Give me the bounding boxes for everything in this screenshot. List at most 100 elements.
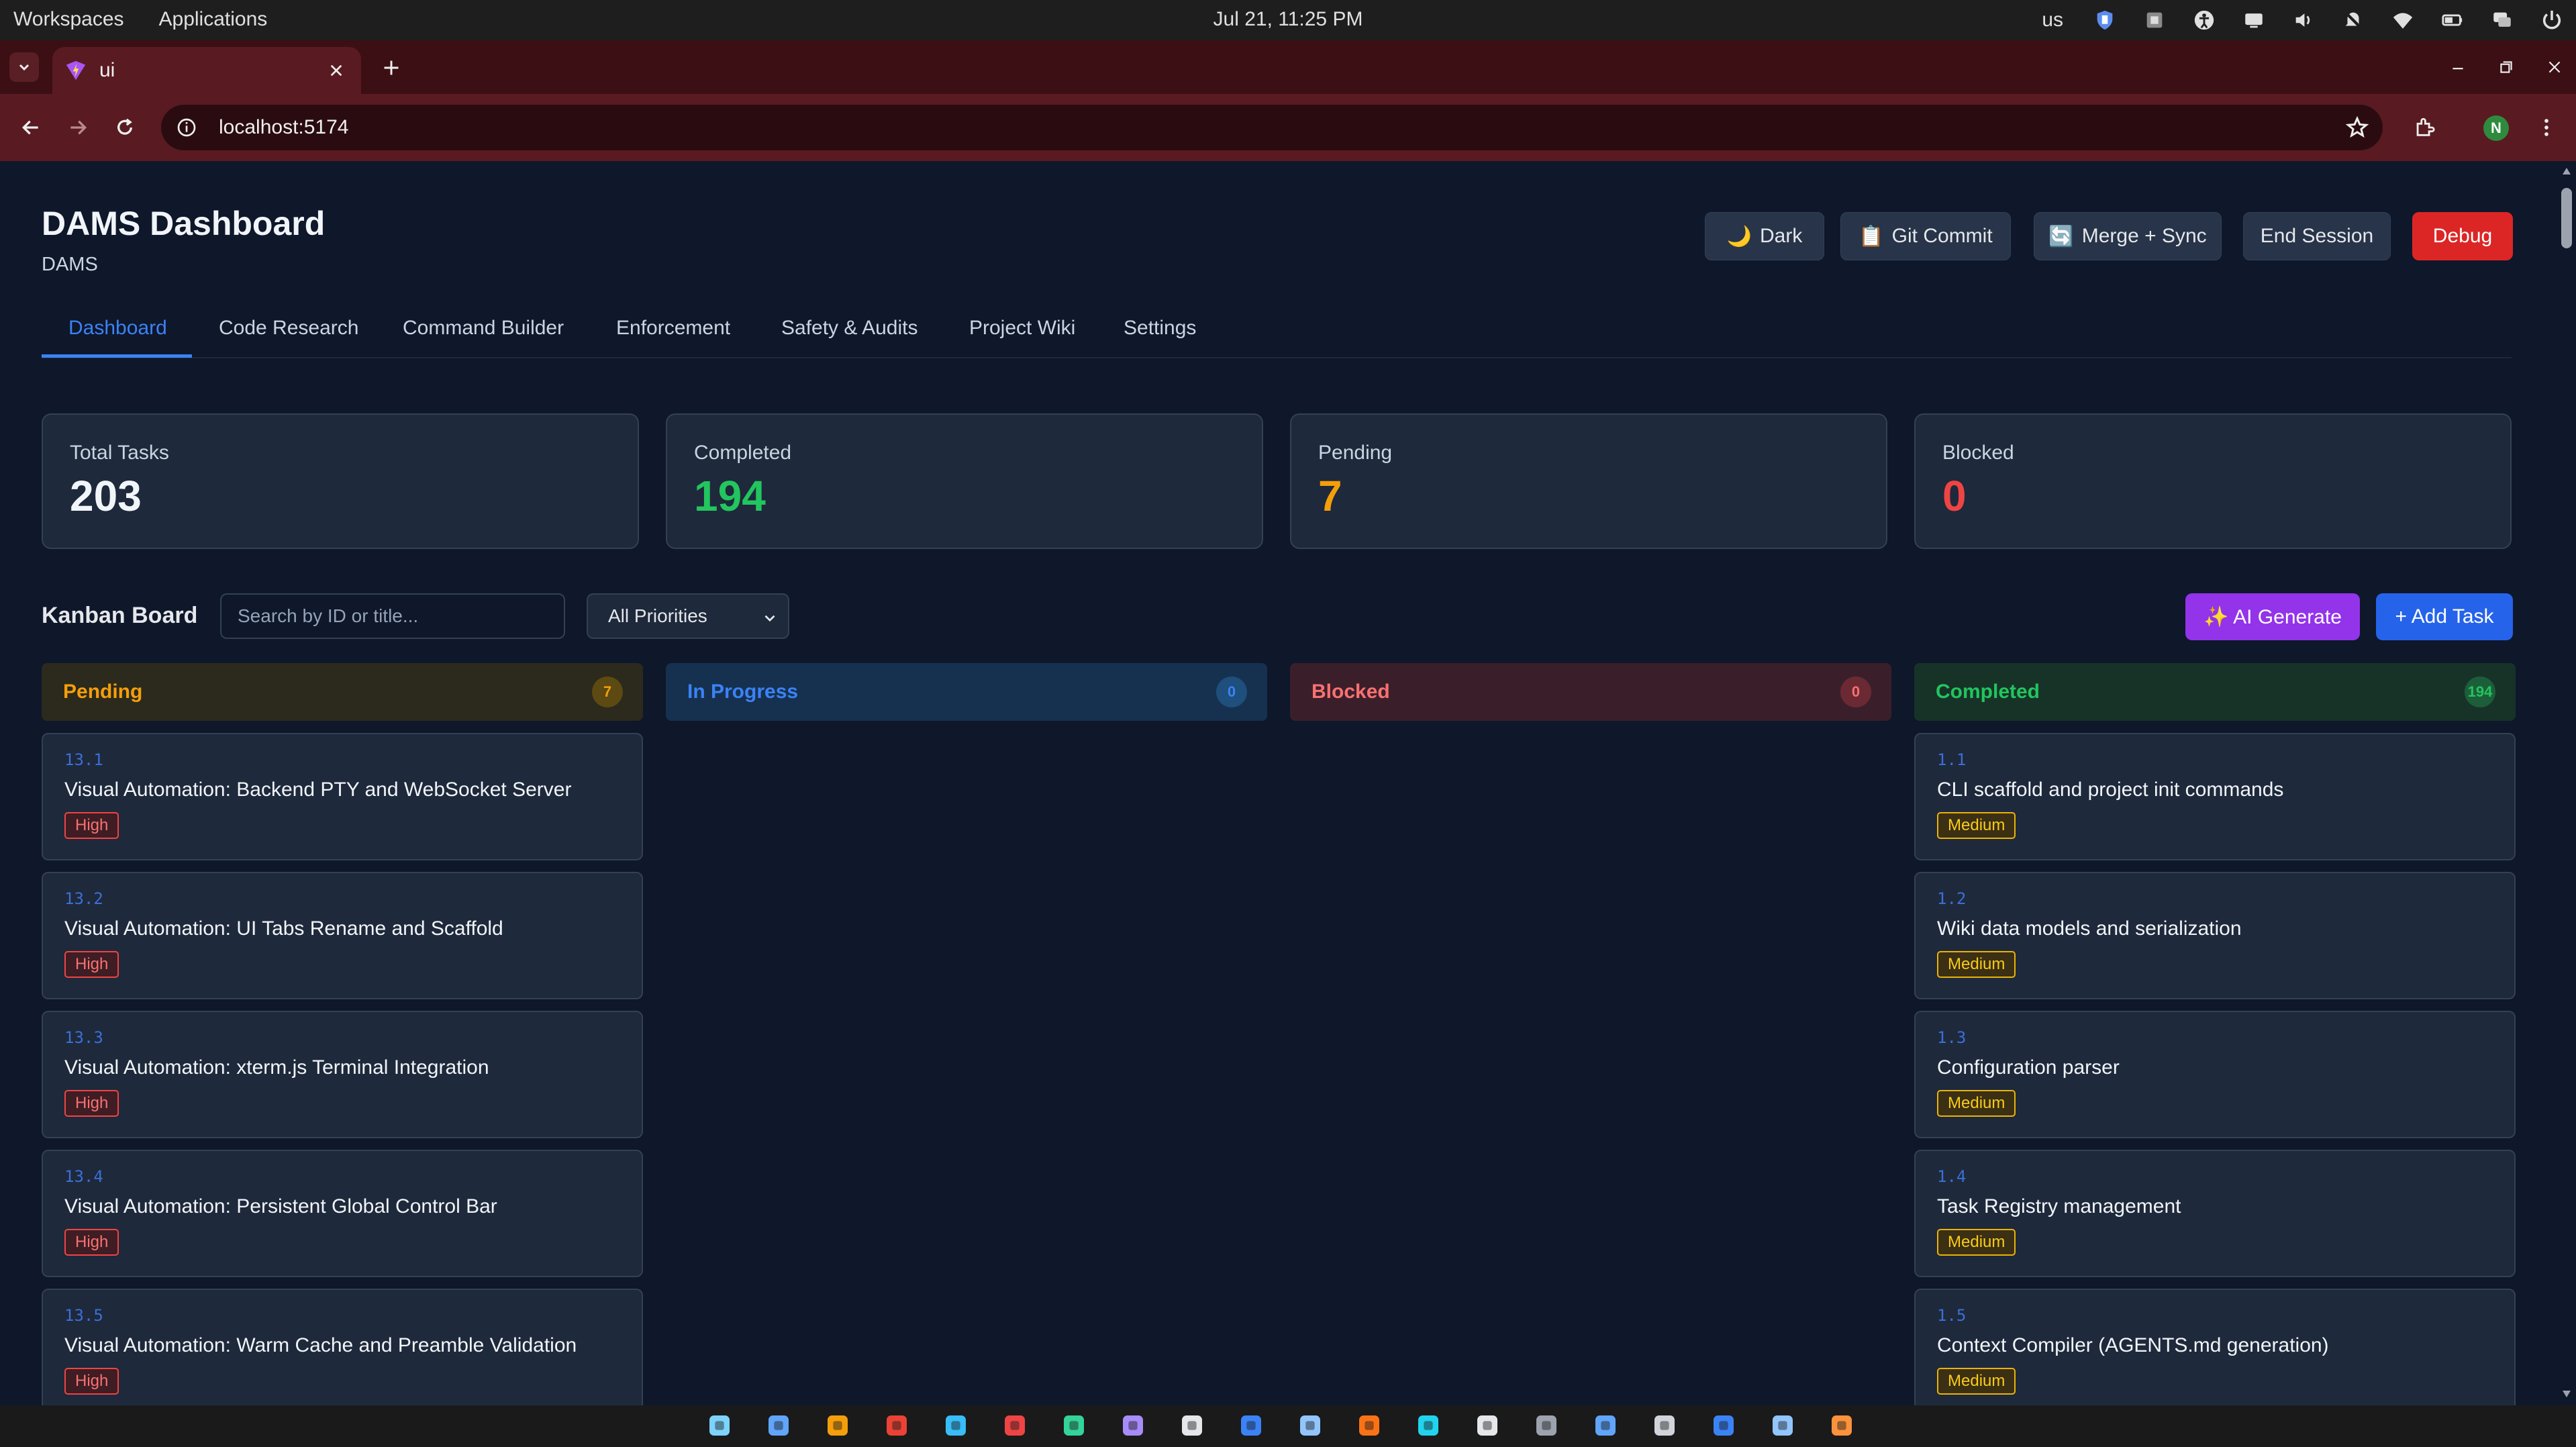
stat-label: Pending: [1318, 442, 1393, 464]
workspaces-menu[interactable]: Workspaces: [13, 8, 124, 31]
scrollbar-thumb[interactable]: [2561, 188, 2572, 248]
task-title: Configuration parser: [1937, 1056, 2120, 1079]
task-card[interactable]: 1.3 Configuration parser Medium: [1914, 1011, 2516, 1138]
files-icon[interactable]: [1650, 1411, 1679, 1440]
vpn-icon[interactable]: [1059, 1411, 1089, 1440]
stat-label: Completed: [694, 442, 792, 464]
column-count-badge: 0: [1840, 677, 1871, 707]
priority-filter-select[interactable]: All Priorities: [587, 593, 789, 639]
task-search-input[interactable]: [220, 593, 565, 639]
address-bar[interactable]: localhost:5174: [161, 105, 2383, 150]
scroll-down-icon[interactable]: [2561, 1389, 2572, 1399]
site-info-icon[interactable]: [175, 115, 199, 140]
github-icon[interactable]: [1118, 1411, 1148, 1440]
stat-card-pending: Pending 7: [1290, 413, 1887, 549]
task-card[interactable]: 1.5 Context Compiler (AGENTS.md generatio…: [1914, 1289, 2516, 1405]
task-card[interactable]: 13.5 Visual Automation: Warm Cache and Pr…: [42, 1289, 643, 1405]
back-arrow-icon[interactable]: [16, 113, 46, 142]
notes-icon[interactable]: [1295, 1411, 1325, 1440]
browser-menu-icon[interactable]: [2533, 114, 2560, 141]
reload-icon[interactable]: [110, 113, 140, 142]
task-id: 1.4: [1937, 1167, 1967, 1186]
bookmark-star-icon[interactable]: [2345, 115, 2369, 140]
accessibility-icon[interactable]: [2189, 5, 2219, 35]
sublime-icon[interactable]: [1354, 1411, 1384, 1440]
shield-icon[interactable]: [2090, 5, 2120, 35]
priority-badge: High: [64, 812, 119, 839]
extensions-icon[interactable]: [2411, 114, 2438, 141]
close-window-icon[interactable]: [2542, 55, 2567, 79]
git-commit-button[interactable]: 📋 Git Commit: [1840, 212, 2011, 260]
dark-mode-label: Dark: [1760, 225, 1803, 247]
chrome-icon[interactable]: [882, 1411, 911, 1440]
main-tabs: Dashboard Code Research Command Builder …: [42, 317, 2512, 358]
tab-project-wiki[interactable]: Project Wiki: [969, 317, 1075, 340]
tab-search-button[interactable]: [9, 52, 39, 82]
app-grid-icon[interactable]: [823, 1411, 852, 1440]
profile-avatar[interactable]: N: [2483, 115, 2509, 141]
debug-button[interactable]: Debug: [2412, 212, 2513, 260]
task-title: Visual Automation: Persistent Global Con…: [64, 1195, 497, 1217]
add-task-button[interactable]: + Add Task: [2376, 593, 2513, 640]
new-tab-icon[interactable]: [380, 56, 403, 79]
files-manager-icon[interactable]: [764, 1411, 793, 1440]
screenshot-icon[interactable]: [1414, 1411, 1443, 1440]
power-icon[interactable]: [2537, 5, 2567, 35]
column-header-pending: Pending 7: [42, 663, 643, 721]
ai-generate-button[interactable]: ✨ AI Generate: [2185, 593, 2360, 640]
notifications-off-icon[interactable]: [2338, 5, 2368, 35]
task-title: Wiki data models and serialization: [1937, 917, 2242, 940]
priority-badge: High: [64, 1368, 119, 1395]
task-card[interactable]: 13.3 Visual Automation: xterm.js Terminal…: [42, 1011, 643, 1138]
scroll-up-icon[interactable]: [2561, 166, 2572, 176]
firefox-icon[interactable]: [1827, 1411, 1856, 1440]
browser-tab[interactable]: ui: [52, 47, 361, 94]
tab-safety-audits[interactable]: Safety & Audits: [781, 317, 918, 340]
sync-icon: 🔄: [2048, 225, 2074, 248]
battery-icon[interactable]: [2438, 5, 2467, 35]
column-header-completed: Completed 194: [1914, 663, 2516, 721]
close-tab-icon[interactable]: [325, 59, 348, 82]
end-session-button[interactable]: End Session: [2243, 212, 2391, 260]
task-card[interactable]: 1.1 CLI scaffold and project init command…: [1914, 733, 2516, 860]
wifi-icon[interactable]: [2388, 5, 2418, 35]
dark-mode-button[interactable]: 🌙 Dark: [1705, 212, 1824, 260]
command-icon[interactable]: [1532, 1411, 1561, 1440]
url-text[interactable]: localhost:5174: [219, 116, 348, 139]
page-title: DAMS Dashboard: [42, 205, 326, 242]
merge-sync-button[interactable]: 🔄 Merge + Sync: [2034, 212, 2222, 260]
task-card[interactable]: 1.2 Wiki data models and serialization Med…: [1914, 872, 2516, 999]
terminal-icon[interactable]: [1473, 1411, 1502, 1440]
task-card[interactable]: 13.1 Visual Automation: Backend PTY and W…: [42, 733, 643, 860]
applications-menu[interactable]: Applications: [159, 8, 268, 31]
calendar-icon[interactable]: [1236, 1411, 1266, 1440]
stat-label: Blocked: [1942, 442, 2014, 464]
finder-icon[interactable]: [705, 1411, 734, 1440]
forward-arrow-icon[interactable]: [63, 113, 93, 142]
volume-icon[interactable]: [2289, 5, 2318, 35]
tab-enforcement[interactable]: Enforcement: [616, 317, 730, 340]
bitwarden-icon[interactable]: [1591, 1411, 1620, 1440]
keyboard-layout[interactable]: us: [2042, 9, 2063, 32]
tab-command-builder[interactable]: Command Builder: [403, 317, 564, 340]
browser-tab-strip: ui: [0, 40, 2576, 94]
display-icon[interactable]: [2239, 5, 2269, 35]
page-scrollbar[interactable]: [2557, 161, 2576, 1405]
tab-settings[interactable]: Settings: [1124, 317, 1196, 340]
tab-code-research[interactable]: Code Research: [219, 317, 358, 340]
tab-dashboard[interactable]: Dashboard: [68, 317, 167, 340]
task-title: Task Registry management: [1937, 1195, 2181, 1217]
tomato-icon[interactable]: [1000, 1411, 1030, 1440]
restore-icon[interactable]: [2494, 55, 2518, 79]
folder-icon[interactable]: [941, 1411, 971, 1440]
square-icon[interactable]: [2140, 5, 2169, 35]
console-icon[interactable]: [1768, 1411, 1797, 1440]
minimize-icon[interactable]: [2446, 55, 2470, 79]
vscode-icon[interactable]: [1709, 1411, 1738, 1440]
chat-icon[interactable]: [2487, 5, 2517, 35]
task-card[interactable]: 13.2 Visual Automation: UI Tabs Rename an…: [42, 872, 643, 999]
terminal-alt-icon[interactable]: [1177, 1411, 1207, 1440]
task-id: 13.5: [64, 1306, 103, 1325]
task-card[interactable]: 13.4 Visual Automation: Persistent Global…: [42, 1150, 643, 1277]
task-card[interactable]: 1.4 Task Registry management Medium: [1914, 1150, 2516, 1277]
